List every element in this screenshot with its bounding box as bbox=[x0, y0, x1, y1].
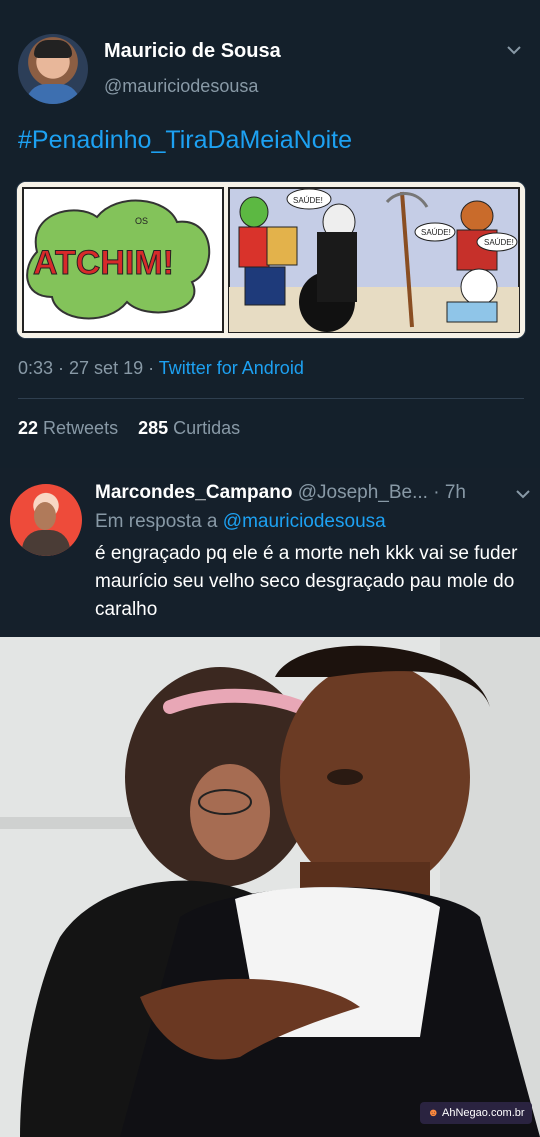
reply-author-avatar[interactable] bbox=[10, 484, 82, 556]
likes-count: 285 bbox=[138, 418, 169, 438]
tweet-timestamp: 0:33 · 27 set 19 · bbox=[18, 358, 159, 378]
retweets-stat[interactable]: 22 Retweets bbox=[18, 418, 118, 438]
retweets-label: Retweets bbox=[38, 418, 119, 438]
avatar-face bbox=[34, 502, 56, 530]
reply-text: é engraçado pq ele é a morte neh kkk vai… bbox=[95, 543, 518, 620]
avatar-shirt bbox=[22, 530, 70, 556]
in-reply-prefix: Em resposta a bbox=[95, 511, 223, 532]
watermark-icon: ☻ bbox=[427, 1107, 440, 1119]
divider bbox=[18, 398, 524, 399]
author-avatar[interactable] bbox=[18, 34, 88, 104]
author-name[interactable]: Mauricio de Sousa bbox=[104, 40, 281, 63]
author-handle[interactable]: @mauriciodesousa bbox=[104, 76, 258, 97]
avatar-shirt bbox=[26, 84, 80, 104]
tweet-metadata: 0:33 · 27 set 19 · Twitter for Android bbox=[18, 358, 304, 379]
meme-photo: ☻ AhNegao.com.br bbox=[0, 637, 540, 1137]
chevron-down-icon[interactable] bbox=[506, 40, 528, 56]
comic-bubble-2: SAÚDE! bbox=[421, 228, 451, 237]
tweet-client-link[interactable]: Twitter for Android bbox=[159, 358, 304, 378]
in-reply-mention[interactable]: @mauriciodesousa bbox=[223, 511, 386, 532]
reply-author[interactable]: Marcondes_Campano @Joseph_Be... · 7h bbox=[95, 482, 466, 504]
comic-small-sfx: OS bbox=[135, 216, 148, 226]
retweets-count: 22 bbox=[18, 418, 39, 438]
reply-author-handle[interactable]: @Joseph_Be... · 7h bbox=[292, 482, 466, 503]
avatar-hair bbox=[34, 40, 72, 58]
original-tweet[interactable]: Mauricio de Sousa @mauriciodesousa #Pena… bbox=[0, 0, 540, 468]
comic-bubble-1: SAÚDE! bbox=[293, 196, 323, 205]
likes-stat[interactable]: 285 Curtidas bbox=[138, 418, 240, 438]
tweet-stats: 22 Retweets 285 Curtidas bbox=[18, 418, 240, 439]
watermark-text: AhNegao.com.br bbox=[442, 1107, 525, 1119]
comic-sfx: ATCHIM! bbox=[33, 244, 174, 282]
comic-bubble-3: SAÚDE! bbox=[484, 238, 514, 247]
reply-author-name[interactable]: Marcondes_Campano bbox=[95, 482, 292, 503]
chevron-down-icon[interactable] bbox=[515, 484, 531, 505]
in-reply-to: Em resposta a @mauriciodesousa bbox=[95, 511, 386, 533]
comic-image[interactable]: ATCHIM! OS SAÚDE! SAÚDE! SAÚDE! bbox=[16, 181, 526, 339]
watermark-badge: ☻ AhNegao.com.br bbox=[420, 1102, 532, 1124]
hashtag-link[interactable]: #Penadinho_TiraDaMeiaNoite bbox=[18, 126, 352, 155]
likes-label: Curtidas bbox=[168, 418, 241, 438]
